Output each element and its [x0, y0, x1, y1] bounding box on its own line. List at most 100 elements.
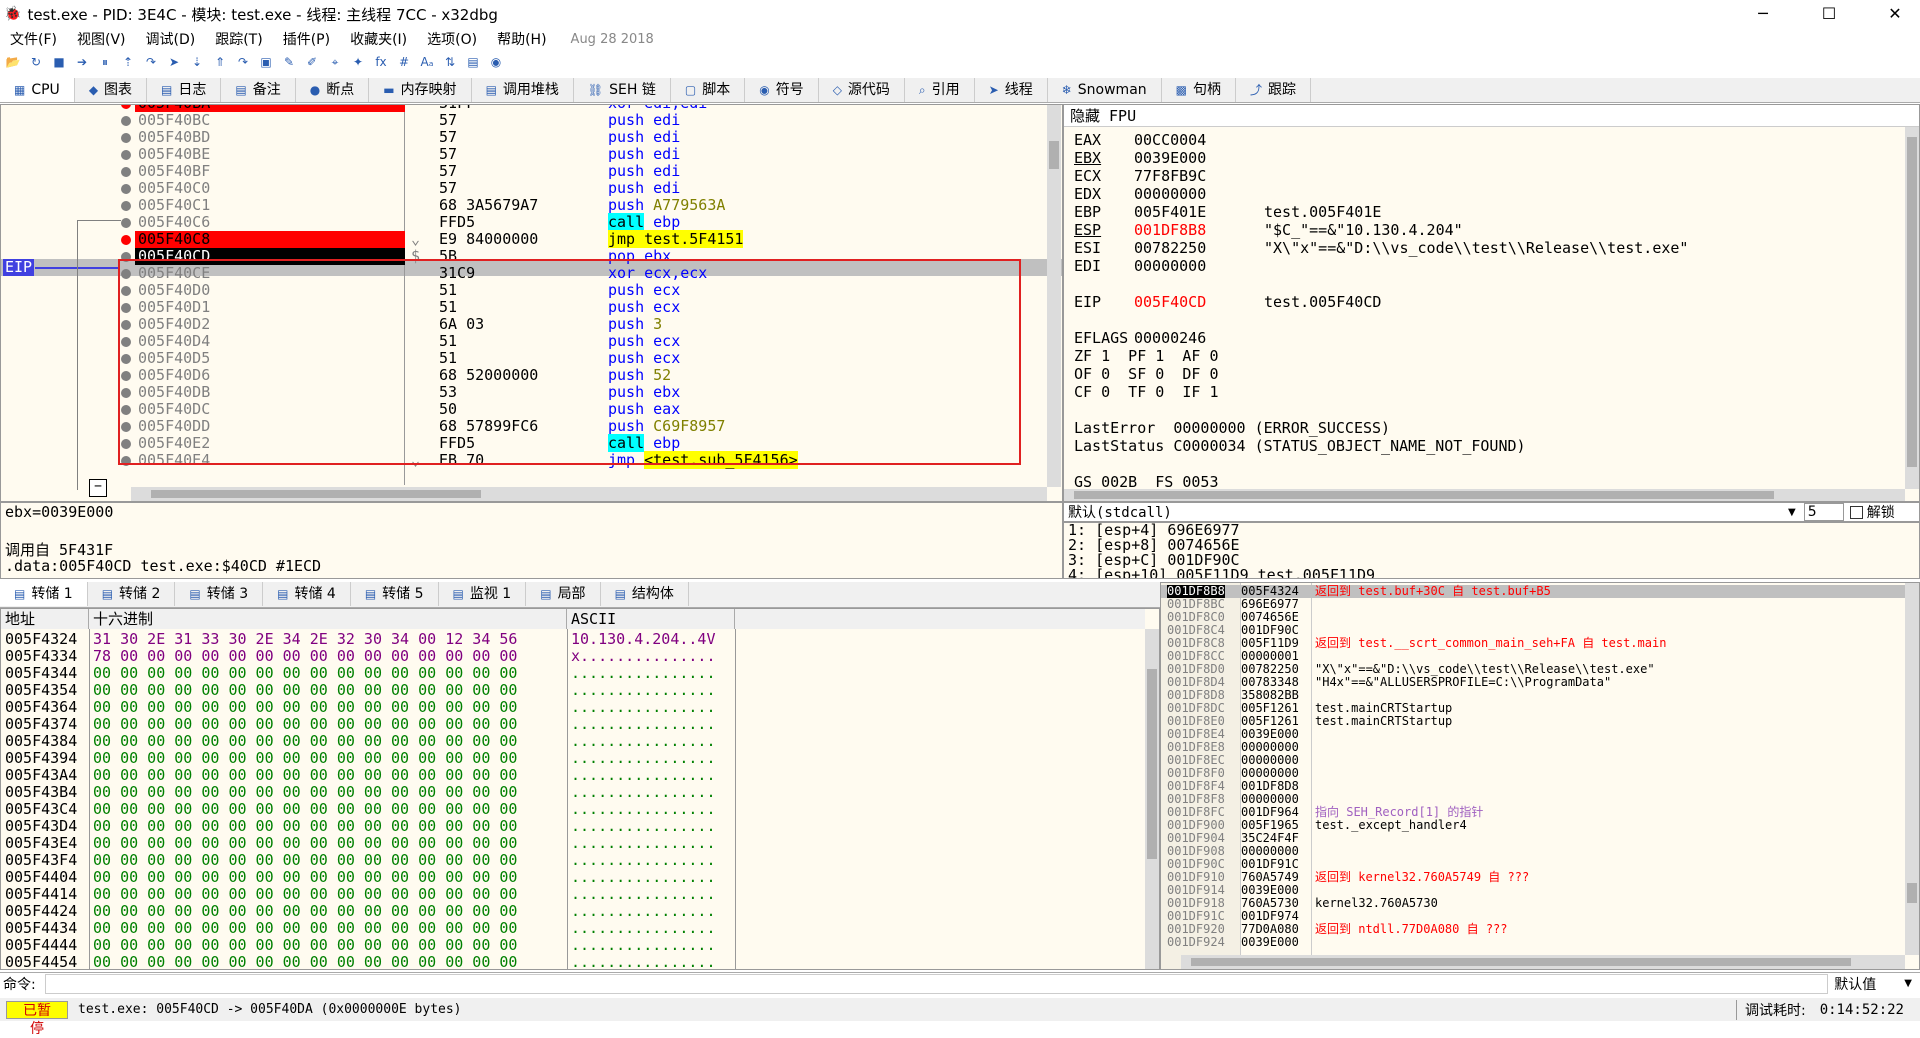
label-icon[interactable]: ⌖	[326, 53, 344, 71]
dump-header-ascii[interactable]: ASCII	[567, 609, 735, 629]
menu-item-6[interactable]: 选项(O)	[417, 29, 487, 49]
register-line[interactable]: EFLAGS 00000246	[1074, 329, 1264, 347]
disasm-row[interactable]: 005F40BD 57 push edi	[1, 129, 1049, 146]
tab-snowman[interactable]: ❄ Snowman	[1048, 78, 1162, 102]
close-button[interactable]: ✕	[1872, 0, 1918, 28]
disasm-row[interactable]: 005F40C6 FFD5 call ebp	[1, 213, 1049, 231]
restart-icon[interactable]: ↻	[27, 53, 45, 71]
dump-header-address[interactable]: 地址	[1, 609, 89, 629]
stack-hscrollbar[interactable]	[1181, 955, 1905, 969]
dump-tab-6[interactable]: ▤ 局部	[526, 582, 601, 606]
hex-dump-panel[interactable]: 地址 十六进制 ASCII 005F4324 31 30 2E 31 33 30 …	[0, 608, 1160, 970]
register-line[interactable]: ESI 00782250 "X\"x"==&"D:\\vs_code\\test\\…	[1074, 239, 1688, 257]
bookmark-icon[interactable]: ✦	[349, 53, 367, 71]
tab-breakpoint[interactable]: ● 断点	[296, 78, 370, 102]
breakpoint-dot[interactable]	[121, 105, 131, 109]
menu-item-1[interactable]: 视图(V)	[67, 29, 136, 49]
hash-icon[interactable]: #	[395, 53, 413, 71]
register-line[interactable]: EBX 0039E000	[1074, 149, 1264, 167]
tab-log[interactable]: ▤ 日志	[147, 78, 222, 102]
tab-notes[interactable]: ▤ 备注	[221, 78, 296, 102]
breakpoint-dot[interactable]	[121, 184, 131, 194]
hide-fpu-button[interactable]: 隐藏 FPU	[1064, 105, 1919, 127]
dump-tab-7[interactable]: ▤ 结构体	[601, 582, 689, 606]
register-line[interactable]	[1074, 455, 1264, 473]
disasm-row[interactable]: 005F40C1 68 3A5679A7 push A779563A	[1, 197, 1049, 214]
unlock-checkbox[interactable]	[1849, 505, 1863, 519]
open-icon[interactable]: 📂	[4, 53, 22, 71]
stop-icon[interactable]: ■	[50, 53, 68, 71]
register-line[interactable]	[1074, 275, 1264, 293]
tab-memory-map[interactable]: ▬ 内存映射	[369, 78, 472, 102]
command-mode-select[interactable]: 默认值	[1834, 974, 1904, 994]
comment-icon[interactable]: ✐	[303, 53, 321, 71]
calling-convention-select[interactable]: 默认(stdcall)	[1068, 502, 1788, 522]
breakpoint-dot[interactable]	[121, 133, 131, 143]
breakpoint-dot[interactable]	[121, 150, 131, 160]
dump-tab-5[interactable]: ▤ 监视 1	[439, 582, 527, 606]
register-line[interactable]: EAX 00CC0004	[1074, 131, 1264, 149]
arg-count-spinbox[interactable]: 5	[1803, 503, 1844, 521]
dump-tab-3[interactable]: ▤ 转储 4	[263, 582, 351, 606]
command-mode-dropdown-icon[interactable]: ▼	[1904, 978, 1912, 989]
dump-vscrollbar[interactable]	[1145, 629, 1159, 969]
tab-call-stack[interactable]: ▤ 调用堆栈	[472, 78, 574, 102]
tab-threads[interactable]: ➤ 线程	[975, 78, 1048, 102]
regs-vscrollbar[interactable]	[1905, 127, 1919, 489]
minimize-button[interactable]: ─	[1740, 0, 1786, 28]
breakpoint-dot[interactable]	[121, 167, 131, 177]
tab-script[interactable]: ▢ 脚本	[671, 78, 746, 102]
register-line[interactable]: EBP 005F401E test.005F401E	[1074, 203, 1381, 221]
menu-item-7[interactable]: 帮助(H)	[487, 29, 556, 49]
stack-vscrollbar[interactable]	[1905, 583, 1919, 955]
dump-header-hex[interactable]: 十六进制	[89, 609, 567, 629]
register-line[interactable]: LastStatus C0000034 (STATUS_OBJECT_NAME_…	[1074, 437, 1656, 455]
register-line[interactable]	[1074, 311, 1264, 329]
breakpoint-dot[interactable]	[121, 116, 131, 126]
tab-seh-chain[interactable]: ⛓ SEH 链	[574, 78, 671, 102]
register-line[interactable]: LastError 00000000 (ERROR_SUCCESS)	[1074, 419, 1520, 437]
patch-icon[interactable]: ✎	[280, 53, 298, 71]
tab-trace[interactable]: ⤴ 跟踪	[1236, 78, 1312, 102]
disasm-vscrollbar[interactable]	[1047, 105, 1061, 487]
dump-tab-0[interactable]: ▤ 转储 1	[0, 582, 88, 606]
function-icon[interactable]: fx	[372, 53, 390, 71]
register-line[interactable]: EDI 00000000	[1074, 257, 1264, 275]
menu-item-5[interactable]: 收藏夹(I)	[340, 29, 417, 49]
menu-item-2[interactable]: 调试(D)	[136, 29, 206, 49]
register-line[interactable]: CF 0 TF 0 IF 1	[1074, 383, 1349, 401]
disasm-row[interactable]: 005F40BC 57 push edi	[1, 112, 1049, 129]
breakpoint-dot[interactable]	[121, 235, 131, 245]
calculator-icon[interactable]: ⇅	[441, 53, 459, 71]
register-line[interactable]: ZF 1 PF 1 AF 0	[1074, 347, 1349, 365]
execute-till-return-icon[interactable]: ⇑	[211, 53, 229, 71]
stack-row[interactable]: 001DF924 0039E000	[1161, 936, 1905, 949]
disasm-hscrollbar[interactable]	[131, 487, 1047, 501]
disasm-row[interactable]: 005F40BF 57 push edi	[1, 163, 1049, 180]
disasm-row[interactable]: 005F40BE 57 push edi	[1, 146, 1049, 163]
register-line[interactable]: ESP 001DF8B8 "$C_"==&"10.130.4.204"	[1074, 221, 1463, 239]
disasm-row[interactable]: 005F40C8 ⌄ E9 84000000 jmp test.5F4151	[1, 230, 1049, 248]
register-line[interactable]: OF 0 SF 0 DF 0	[1074, 365, 1349, 383]
menu-item-4[interactable]: 插件(P)	[273, 29, 340, 49]
breakpoint-dot[interactable]	[121, 201, 131, 211]
register-line[interactable]	[1074, 401, 1264, 419]
dump-tab-4[interactable]: ▤ 转储 5	[351, 582, 439, 606]
breakpoint-dot[interactable]	[121, 218, 131, 228]
tab-source[interactable]: ◇ 源代码	[819, 78, 905, 102]
stack-panel[interactable]: 001DF8B8 005F4324 返回到 test.buf+30C 自 test.…	[1160, 582, 1920, 970]
disasm-row[interactable]: 005F40C0 57 push edi	[1, 180, 1049, 197]
dump-tab-2[interactable]: ▤ 转储 3	[175, 582, 264, 606]
tab-graph[interactable]: ◆ 图表	[75, 78, 148, 102]
font-icon[interactable]: Aₐ	[418, 53, 436, 71]
help-icon[interactable]: ▤	[464, 53, 482, 71]
tab-handles[interactable]: ▩ 句柄	[1162, 78, 1236, 102]
trace-over-icon[interactable]: ⇣	[188, 53, 206, 71]
step-over-icon[interactable]: ↷	[142, 53, 160, 71]
collapse-toggle[interactable]: −	[89, 479, 107, 497]
trace-into-icon[interactable]: ➤	[165, 53, 183, 71]
maximize-button[interactable]: ☐	[1806, 0, 1852, 28]
sticky-icon[interactable]: ▣	[257, 53, 275, 71]
tab-symbols[interactable]: ◉ 符号	[745, 78, 819, 102]
globe-icon[interactable]: ◉	[487, 53, 505, 71]
